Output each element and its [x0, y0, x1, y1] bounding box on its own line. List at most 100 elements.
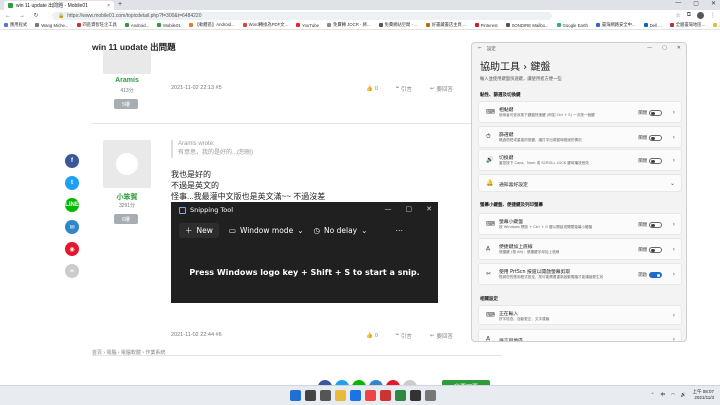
quote-button[interactable]: ❝ 引言	[396, 85, 412, 93]
quote-button[interactable]: ❝ 引言	[396, 332, 412, 340]
menu-icon[interactable]: ⋮	[710, 12, 716, 19]
settings-option-card[interactable]: ⌨ 螢幕小鍵盤按 Windows 標誌 + Ctrl + O 鍵以開啟或關閉螢幕小…	[478, 213, 682, 235]
chevron-down-icon[interactable]: ⌄	[670, 180, 675, 187]
input-language[interactable]: 中	[660, 392, 665, 398]
snip-mode-dropdown[interactable]: ▭ Window mode ⌄	[229, 226, 304, 235]
bookmark-item[interactable]: SONDIRE Mailbo...	[505, 23, 549, 28]
quote-text: 有意思，我的是好的...(恕刪)	[178, 150, 253, 156]
app-icon[interactable]	[380, 390, 391, 401]
settings-option-card[interactable]: A 便捷鍵加上底線 便捷鍵 (按 Alt)：便捷鍵字母加上底線 關閉 ›	[478, 238, 682, 260]
app-icon[interactable]	[395, 390, 406, 401]
toggle-switch[interactable]	[649, 272, 662, 278]
snip-close-button[interactable]: ✕	[426, 205, 432, 213]
twitter-share-icon[interactable]: t	[65, 176, 79, 190]
clock[interactable]: 上午 08:07 2021/11/3	[692, 389, 714, 401]
chevron-right-icon[interactable]: ›	[673, 157, 675, 164]
maximize-button[interactable]: ▢	[693, 0, 699, 7]
edge-icon[interactable]	[350, 390, 361, 401]
bookmark-item[interactable]: Mobile01	[157, 23, 181, 28]
wifi-icon[interactable]: ◠	[671, 392, 675, 398]
bookmark-item[interactable]: Pinterest	[474, 23, 498, 28]
bookmark-item[interactable]: Dell ...	[643, 23, 662, 28]
reply-button[interactable]: ↩ 要回答	[430, 332, 453, 340]
volume-icon[interactable]: 🔊	[681, 392, 687, 398]
chevron-right-icon[interactable]: ›	[673, 336, 675, 341]
reload-icon[interactable]: ↻	[32, 12, 40, 19]
profile-avatar[interactable]	[697, 12, 704, 19]
bookmark-item[interactable]: 【軟體區】Android...	[188, 22, 235, 28]
toggle-switch[interactable]	[649, 110, 662, 116]
like-button[interactable]: 👍 0	[366, 86, 378, 92]
back-icon[interactable]: ←	[478, 46, 482, 52]
toggle-switch[interactable]	[649, 247, 662, 253]
new-snip-button[interactable]: ＋ New	[179, 223, 219, 238]
chevron-right-icon[interactable]: ›	[673, 246, 675, 253]
weibo-share-icon[interactable]: ◉	[65, 242, 79, 256]
extensions-icon[interactable]: ⧉	[687, 12, 691, 19]
settings-maximize-button[interactable]: ▢	[662, 45, 667, 51]
bookmark-item[interactable]: Word轉換為PDF文...	[242, 22, 288, 28]
settings-minimize-button[interactable]: —	[647, 45, 652, 51]
bookmark-item[interactable]: 四區資智旺企工具	[76, 22, 117, 28]
facebook-share-icon[interactable]: f	[65, 154, 79, 168]
bookmark-item[interactable]: 免費網站空間 - ...	[378, 22, 418, 28]
bookmark-item[interactable]: Android...	[124, 23, 149, 28]
settings-option-card[interactable]: ✂ 使用 PrtScn 按鈕以開啟螢幕剪取 根據您的應用程式設定，您可能需要重新啟動…	[478, 263, 682, 285]
post-username[interactable]: 小笨賀	[103, 192, 151, 202]
settings-option-card[interactable]: A 語言與地區 ›	[478, 329, 682, 341]
file-explorer-icon[interactable]	[335, 390, 346, 401]
avatar[interactable]	[103, 50, 151, 74]
settings-option-card[interactable]: 🔔 通知喜好設定 ⌄	[478, 174, 682, 192]
copy-link-icon[interactable]: ⚭	[65, 264, 79, 278]
star-icon[interactable]: ☆	[675, 12, 680, 19]
address-bar[interactable]: 🔒 https://www.mobile01.com/topicdetail.p…	[52, 11, 552, 20]
new-tab-button[interactable]: +	[118, 1, 122, 8]
delay-dropdown[interactable]: ◷ No delay ⌄	[313, 226, 367, 235]
snipping-tool-taskbar-icon[interactable]	[410, 390, 421, 401]
snip-minimize-button[interactable]: —	[385, 205, 392, 213]
mail-share-icon[interactable]: ✉	[65, 220, 79, 234]
avatar[interactable]	[103, 140, 151, 188]
bookmark-item[interactable]: 其他書籤	[713, 22, 720, 28]
bookmark-item[interactable]: Wang Miche...	[35, 23, 69, 28]
chrome-icon[interactable]	[365, 390, 376, 401]
settings-gear-icon[interactable]	[425, 390, 436, 401]
bookmark-item[interactable]: 臺灣網路安全中...	[595, 22, 636, 28]
start-icon[interactable]	[290, 390, 301, 401]
line-share-icon[interactable]: LINE	[65, 198, 79, 212]
breadcrumb[interactable]: 首頁 › 電腦 › 電腦軟體 › 作業系統	[92, 349, 165, 356]
close-window-button[interactable]: ✕	[711, 0, 716, 7]
snip-maximize-button[interactable]: ▢	[406, 205, 413, 213]
chevron-right-icon[interactable]: ›	[673, 221, 675, 228]
toggle-switch[interactable]	[649, 135, 662, 141]
post-username[interactable]: Aramis	[103, 77, 151, 84]
tab-close-icon[interactable]: ×	[107, 3, 110, 9]
back-icon[interactable]: ←	[4, 13, 12, 19]
chevron-right-icon[interactable]: ›	[673, 109, 675, 116]
browser-tab-active[interactable]: win 11 update 出問題 - Mobile01 ×	[4, 1, 114, 10]
tray-chevron-icon[interactable]: ⌃	[651, 392, 655, 398]
toggle-switch[interactable]	[649, 158, 662, 164]
bookmark-item[interactable]: YouTube	[296, 23, 319, 28]
forward-icon[interactable]: →	[18, 13, 26, 19]
like-button[interactable]: 👍 0	[366, 333, 378, 339]
bookmark-item[interactable]: 全國臺灣地區...	[669, 22, 705, 28]
bookmark-item[interactable]: 應用程式	[4, 22, 27, 28]
bookmark-item[interactable]: Google Earth	[556, 23, 588, 28]
settings-close-button[interactable]: ✕	[677, 45, 681, 51]
chevron-right-icon[interactable]: ›	[673, 271, 675, 278]
chevron-right-icon[interactable]: ›	[673, 312, 675, 319]
minimize-button[interactable]: —	[675, 0, 681, 7]
settings-option-card[interactable]: ⏱ 篩選鍵 略過簡短或重複的按鍵，讓打字出現暫時錯誤的情況 關閉 ›	[478, 126, 682, 148]
more-options-icon[interactable]: ⋯	[395, 226, 403, 235]
task-view-icon[interactable]	[320, 390, 331, 401]
search-icon[interactable]	[305, 390, 316, 401]
bookmark-item[interactable]: 免費轉 JOCR - 將...	[327, 22, 371, 28]
bookmark-item[interactable]: 好書藏書店主頁 ...	[425, 22, 467, 28]
settings-option-card[interactable]: 🔊 切換鍵 當您按下 Caps、Num 或 SCROLL LOCK 鍵時播放音效 關閉…	[478, 149, 682, 171]
reply-button[interactable]: ↩ 要回答	[430, 85, 453, 93]
chevron-right-icon[interactable]: ›	[673, 134, 675, 141]
toggle-switch[interactable]	[649, 222, 662, 228]
settings-option-card[interactable]: ⌨ 相黏鍵 使用者可依序按下鍵盤快速鍵 (例如 Ctrl + S) 一次按一個鍵 關閉…	[478, 101, 682, 123]
settings-option-card[interactable]: ⌨ 正在輸入 拼字檢查、自動更正、文字建議 ›	[478, 305, 682, 325]
